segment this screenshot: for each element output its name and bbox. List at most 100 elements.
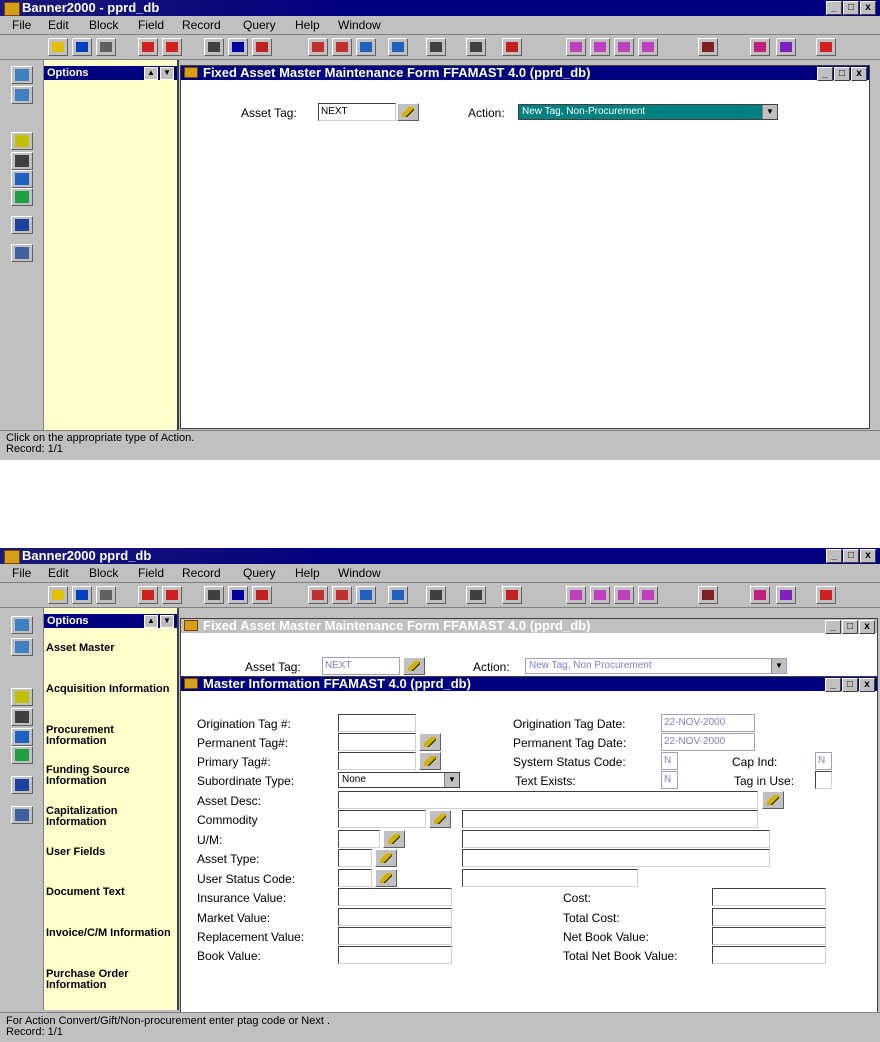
count-query-icon[interactable]: [388, 586, 408, 604]
option-funding-source-information[interactable]: Funding Source Information: [46, 765, 174, 787]
screen-icon[interactable]: [11, 728, 33, 746]
next-record-icon[interactable]: [614, 38, 634, 56]
exit-icon[interactable]: [816, 586, 836, 604]
action-select[interactable]: New Tag, Non Procurement ▼: [525, 658, 787, 674]
options-scroll-up-icon[interactable]: ▲: [144, 67, 158, 80]
bookshelf-icon[interactable]: [750, 586, 770, 604]
calculator-icon[interactable]: [698, 586, 718, 604]
options-scroll-down-icon[interactable]: ▼: [160, 67, 174, 80]
permanent-tag-lookup-button[interactable]: [419, 733, 441, 751]
permanent-tag-input[interactable]: [338, 733, 416, 751]
execute-query-icon[interactable]: [332, 38, 352, 56]
menu-file[interactable]: File: [12, 18, 31, 32]
options-scroll-up-icon[interactable]: ▲: [144, 615, 158, 628]
asset-tag-lookup-button[interactable]: [397, 103, 419, 121]
workflow-icon[interactable]: [11, 688, 33, 706]
report-icon[interactable]: [11, 776, 33, 794]
options-scroll-down-icon[interactable]: ▼: [160, 615, 174, 628]
asset-tag-lookup-button[interactable]: [403, 657, 425, 675]
save-icon[interactable]: [48, 586, 68, 604]
grid-icon[interactable]: [11, 86, 33, 104]
rollback-icon[interactable]: [72, 38, 92, 56]
market-value-input[interactable]: [338, 908, 452, 926]
chevron-down-icon[interactable]: ▼: [762, 105, 777, 119]
select-icon[interactable]: [96, 38, 116, 56]
chevron-down-icon[interactable]: ▼: [771, 659, 786, 673]
calendar-icon[interactable]: [11, 616, 33, 634]
last-record-icon[interactable]: [638, 38, 658, 56]
option-acquisition-information[interactable]: Acquisition Information: [46, 684, 174, 695]
option-document-text[interactable]: Document Text: [46, 887, 174, 898]
menu-file[interactable]: File: [12, 566, 31, 580]
option-procurement-information[interactable]: Procurement Information: [46, 725, 174, 747]
menu-block[interactable]: Block: [89, 566, 118, 580]
first-record-icon[interactable]: [566, 38, 586, 56]
asset-tag-input[interactable]: NEXT: [318, 103, 396, 121]
previous-block-icon[interactable]: [204, 38, 224, 56]
next-record-icon[interactable]: [614, 586, 634, 604]
option-invoice-cm-information[interactable]: Invoice/C/M Information: [46, 928, 174, 939]
form-minimize-button[interactable]: _: [825, 620, 841, 634]
select-icon[interactable]: [96, 586, 116, 604]
enter-query-icon[interactable]: [308, 38, 328, 56]
save-icon[interactable]: [48, 38, 68, 56]
close-button[interactable]: x: [860, 1, 876, 15]
insert-record-icon[interactable]: [138, 38, 158, 56]
exit-icon[interactable]: [816, 38, 836, 56]
asset-desc-lookup-button[interactable]: [762, 791, 784, 809]
minimize-button[interactable]: _: [826, 549, 842, 563]
form-restore-button[interactable]: □: [842, 620, 858, 634]
last-record-icon[interactable]: [638, 586, 658, 604]
menu-window[interactable]: Window: [338, 566, 381, 580]
option-user-fields[interactable]: User Fields: [46, 847, 174, 858]
um-input[interactable]: [338, 830, 380, 848]
globe-icon[interactable]: [11, 746, 33, 764]
count-query-icon[interactable]: [388, 38, 408, 56]
cancel-query-icon[interactable]: [356, 38, 376, 56]
edit-icon[interactable]: [426, 586, 446, 604]
first-record-icon[interactable]: [566, 586, 586, 604]
exchange-icon[interactable]: [11, 708, 33, 726]
menu-help[interactable]: Help: [295, 18, 320, 32]
menu-help[interactable]: Help: [295, 566, 320, 580]
calendar-icon[interactable]: [11, 66, 33, 84]
menu-field[interactable]: Field: [138, 18, 164, 32]
calculator-icon[interactable]: [698, 38, 718, 56]
option-capitalization-information[interactable]: Capitalization Information: [46, 806, 174, 828]
chart-icon[interactable]: [502, 586, 522, 604]
menu-query[interactable]: Query: [243, 18, 276, 32]
next-block-icon[interactable]: [228, 586, 248, 604]
restore-button[interactable]: □: [843, 1, 859, 15]
help-book-icon[interactable]: [776, 586, 796, 604]
sub-close-button[interactable]: x: [859, 678, 875, 692]
print-icon[interactable]: [466, 38, 486, 56]
edit-icon[interactable]: [426, 38, 446, 56]
chart-icon[interactable]: [502, 38, 522, 56]
restore-button[interactable]: □: [843, 549, 859, 563]
form-minimize-button[interactable]: _: [817, 67, 833, 81]
next-block-icon[interactable]: [228, 38, 248, 56]
previous-block-icon[interactable]: [204, 586, 224, 604]
menu-edit[interactable]: Edit: [48, 566, 69, 580]
book-value-input[interactable]: [338, 946, 452, 964]
exchange-icon[interactable]: [11, 152, 33, 170]
screen-icon[interactable]: [11, 170, 33, 188]
sfm-icon[interactable]: [11, 244, 33, 262]
form-close-button[interactable]: x: [859, 620, 875, 634]
user-status-code-input[interactable]: [338, 869, 372, 887]
minimize-button[interactable]: _: [826, 1, 842, 15]
action-select[interactable]: New Tag, Non-Procurement ▼: [518, 104, 778, 120]
enter-query-icon[interactable]: [308, 586, 328, 604]
asset-type-lookup-button[interactable]: [375, 849, 397, 867]
previous-record-icon[interactable]: [590, 38, 610, 56]
print-icon[interactable]: [466, 586, 486, 604]
form-close-button[interactable]: x: [851, 67, 867, 81]
option-purchase-order-information[interactable]: Purchase Order Information: [46, 969, 174, 991]
close-button[interactable]: x: [860, 549, 876, 563]
form-restore-button[interactable]: □: [834, 67, 850, 81]
asset-desc-input[interactable]: [338, 791, 758, 809]
sub-minimize-button[interactable]: _: [825, 678, 841, 692]
replacement-value-input[interactable]: [338, 927, 452, 945]
um-lookup-button[interactable]: [383, 830, 405, 848]
report-icon[interactable]: [11, 216, 33, 234]
